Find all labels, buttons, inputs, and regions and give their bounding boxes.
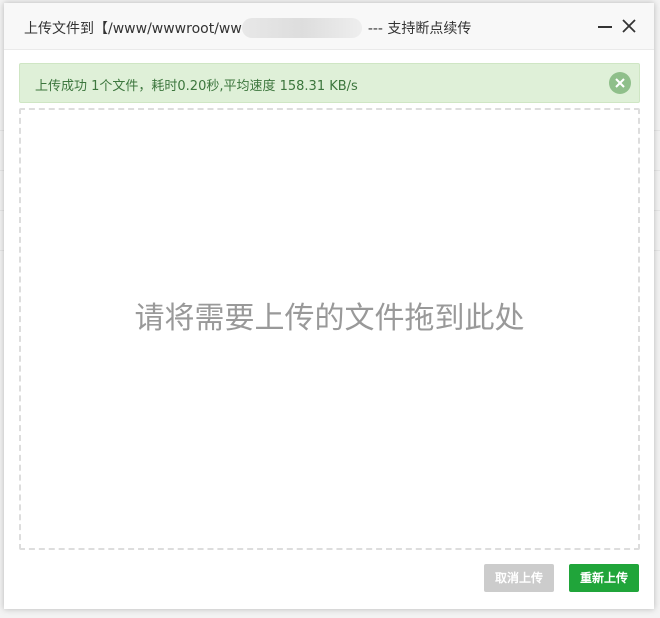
upload-dialog: 上传文件到【/www/wwwroot/ww --- 支持断点续传 上传成功 1个文…	[4, 3, 654, 609]
dialog-titlebar[interactable]: 上传文件到【/www/wwwroot/ww --- 支持断点续传	[4, 3, 654, 50]
close-icon	[622, 19, 636, 33]
minimize-icon	[598, 26, 612, 28]
minimize-button[interactable]	[594, 15, 616, 37]
dialog-title: 上传文件到【/www/wwwroot/ww --- 支持断点续传	[24, 18, 471, 38]
redacted-path-blur	[241, 18, 362, 38]
close-button[interactable]	[618, 15, 640, 37]
close-circle-icon	[615, 78, 625, 88]
reupload-button[interactable]: 重新上传	[569, 564, 639, 592]
dialog-title-path: 上传文件到【/www/wwwroot/ww	[24, 21, 242, 37]
page-background: 上传文件到【/www/wwwroot/ww --- 支持断点续传 上传成功 1个文…	[0, 0, 660, 618]
dialog-title-suffix: --- 支持断点续传	[367, 21, 472, 37]
upload-success-alert: 上传成功 1个文件，耗时0.20秒,平均速度 158.31 KB/s	[19, 63, 640, 103]
drop-zone-hint: 请将需要上传的文件拖到此处	[134, 301, 525, 336]
file-drop-zone[interactable]: 请将需要上传的文件拖到此处	[19, 108, 640, 550]
cancel-upload-button[interactable]: 取消上传	[484, 564, 554, 592]
alert-close-button[interactable]	[609, 72, 631, 94]
alert-message: 上传成功 1个文件，耗时0.20秒,平均速度 158.31 KB/s	[35, 79, 358, 94]
